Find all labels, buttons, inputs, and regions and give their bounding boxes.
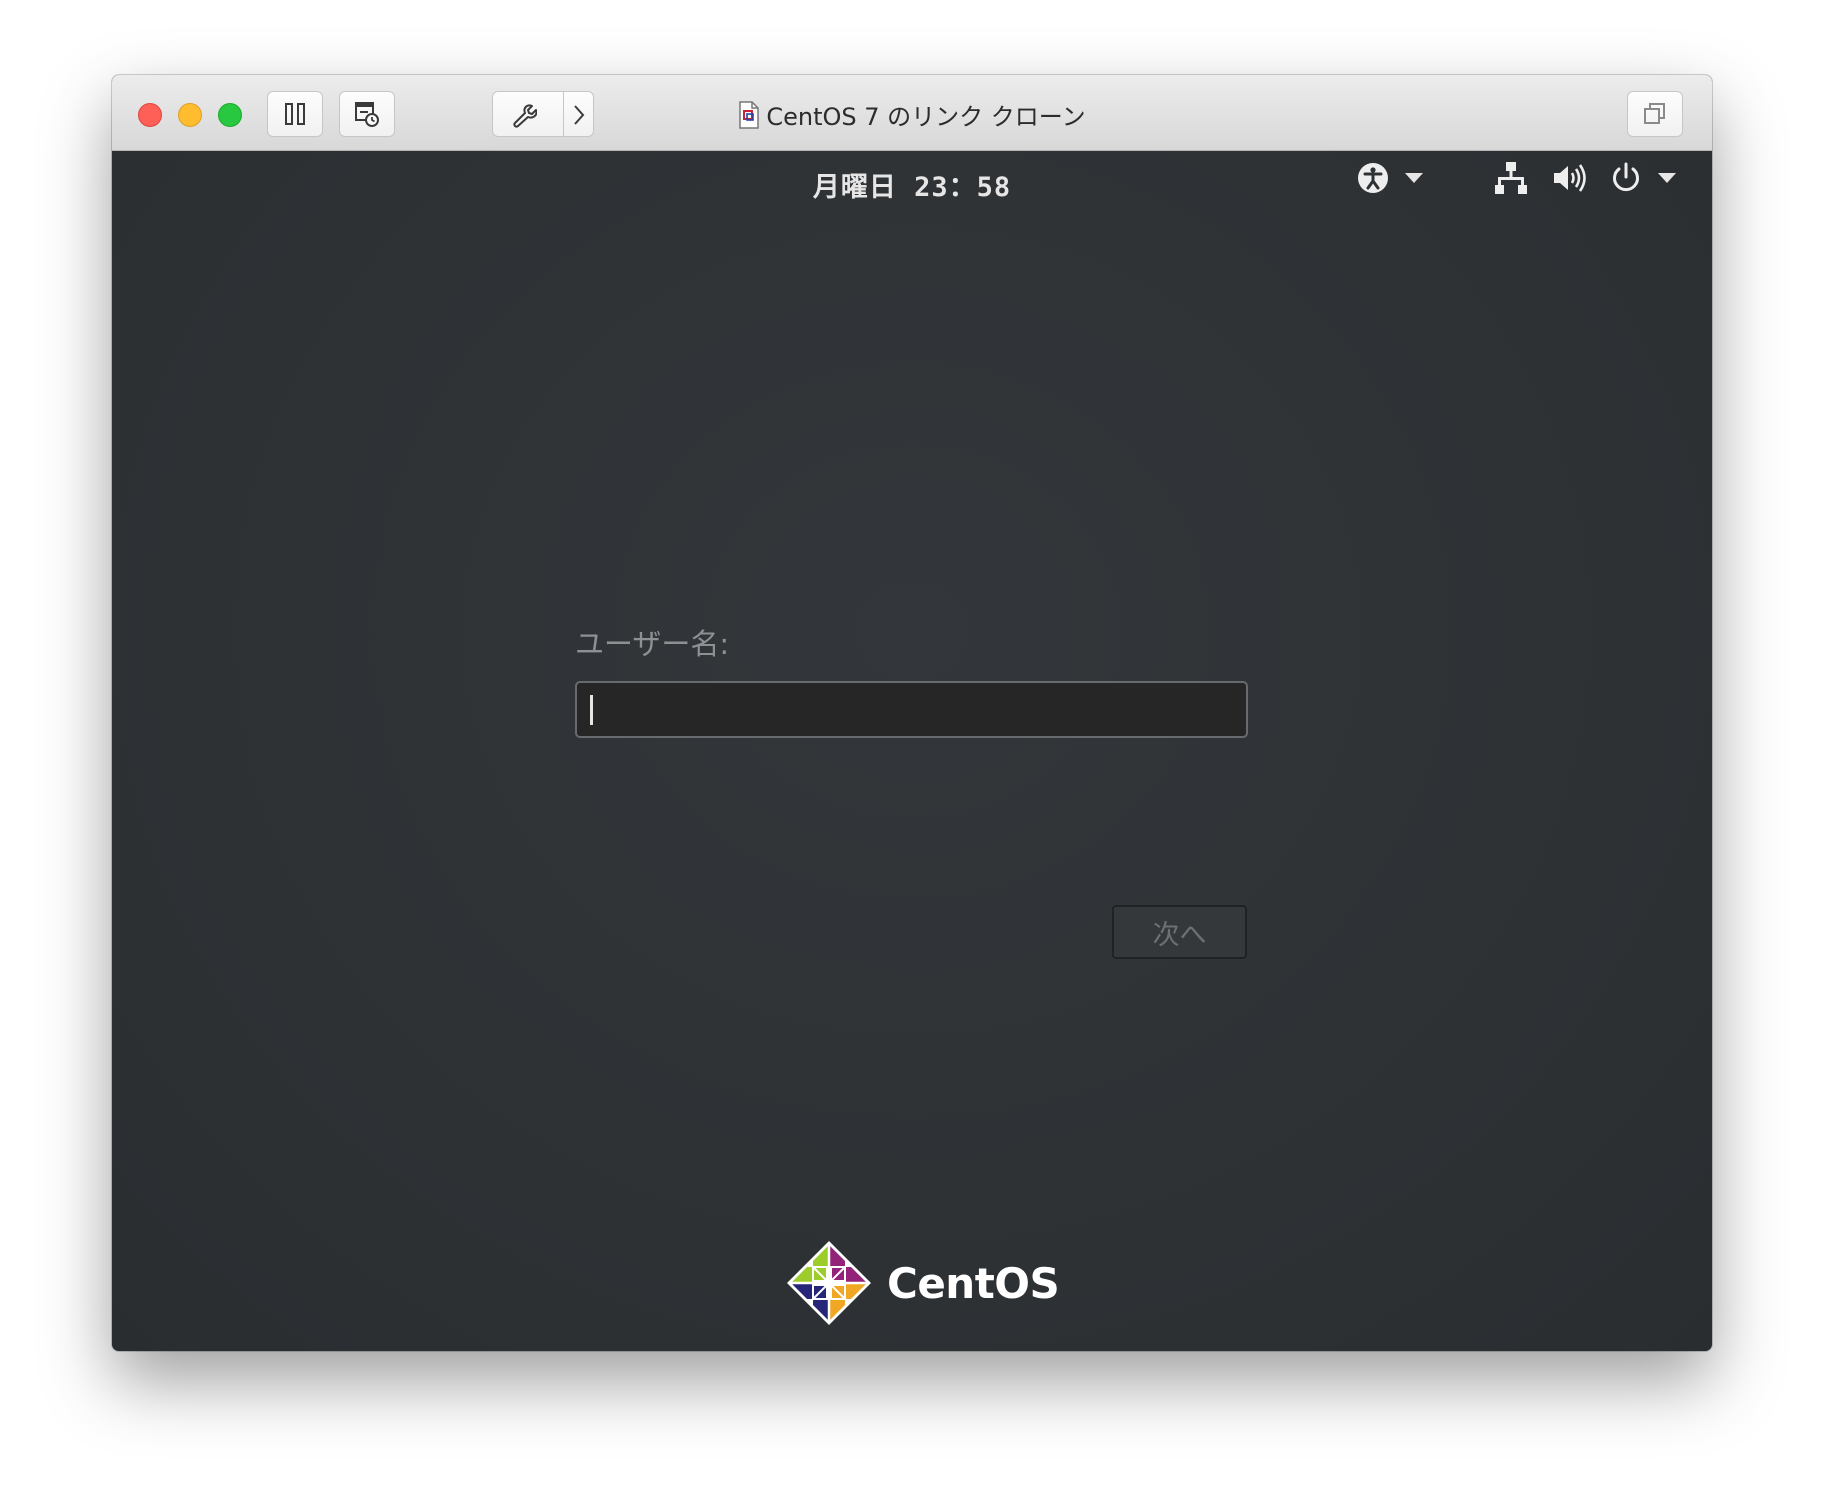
centos-logo-icon — [787, 1241, 871, 1325]
title-bar: CentOS 7 のリンク クローン — [112, 75, 1712, 151]
power-menu[interactable] — [1609, 161, 1677, 195]
chevron-down-icon — [1405, 173, 1423, 183]
vm-document-icon — [739, 100, 760, 129]
volume-icon — [1554, 164, 1586, 192]
guest-screen[interactable]: 月曜日 23：58 ユーザー名: 次へ CentOS — [112, 151, 1712, 1351]
power-icon — [1613, 162, 1639, 192]
network-icon — [1495, 162, 1527, 194]
accessibility-menu[interactable] — [1356, 161, 1424, 195]
username-label: ユーザー名: — [575, 627, 730, 661]
network-indicator[interactable] — [1495, 161, 1527, 195]
next-button[interactable]: 次へ — [1112, 905, 1247, 959]
volume-indicator[interactable] — [1552, 161, 1588, 195]
panel-clock[interactable]: 月曜日 23：58 — [112, 165, 1712, 204]
text-caret — [590, 695, 593, 725]
login-form: ユーザー名: — [575, 621, 1248, 738]
unity-view-button[interactable] — [1627, 91, 1683, 137]
fullscreen-icon — [1644, 103, 1665, 124]
vm-window: CentOS 7 のリンク クローン 月曜日 23：58 ユーザー名: 次へ C… — [112, 75, 1712, 1351]
centos-branding: CentOS — [785, 1239, 1060, 1327]
brand-name: CentOS — [887, 1258, 1060, 1308]
username-input[interactable] — [575, 681, 1248, 738]
window-title-text: CentOS 7 のリンク クローン — [766, 103, 1086, 131]
chevron-down-icon — [1658, 173, 1676, 183]
window-title: CentOS 7 のリンク クローン — [112, 97, 1712, 132]
accessibility-icon — [1358, 163, 1388, 193]
